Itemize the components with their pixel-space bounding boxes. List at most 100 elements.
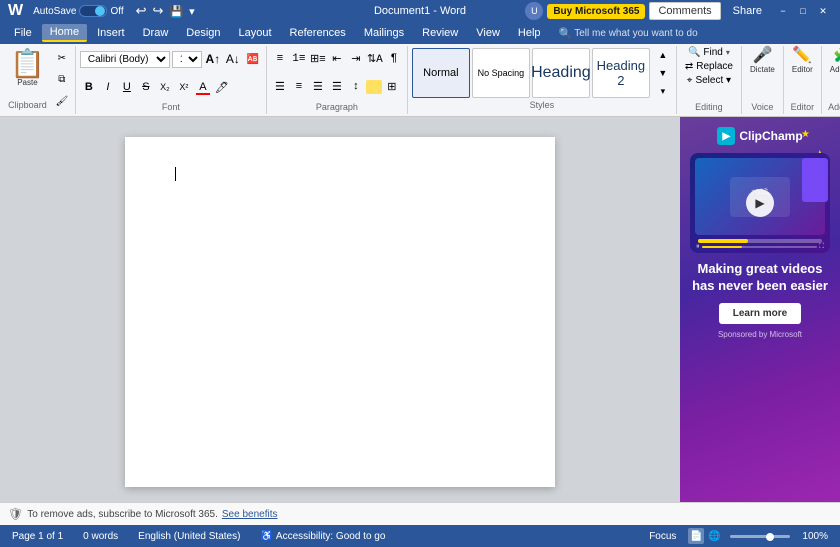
paste-button[interactable]: 📋 Paste [4, 48, 51, 89]
show-marks-button[interactable]: ¶ [385, 51, 403, 67]
italic-button[interactable]: I [99, 79, 117, 95]
editing-col: 🔍 Find ▾ ⇄ Replace ⌖ Select ▾ [681, 46, 737, 100]
decrease-indent-button[interactable]: ⇤ [328, 51, 346, 67]
increase-font-button[interactable]: A↑ [204, 51, 222, 67]
line-spacing-button[interactable]: ↕ [347, 79, 365, 95]
styles-expand[interactable]: ▾ [654, 83, 672, 99]
accessibility-status[interactable]: ♿ Accessibility: Good to go [256, 529, 389, 544]
bullets-button[interactable]: ≡ [271, 51, 289, 67]
undo-icon[interactable]: ↩ [136, 3, 147, 19]
decrease-font-button[interactable]: A↓ [224, 51, 242, 67]
subscript-button[interactable]: X₂ [156, 79, 174, 95]
align-center-button[interactable]: ≡ [290, 79, 308, 95]
align-left-button[interactable]: ☰ [271, 79, 289, 95]
style-no-spacing-label: No Spacing [478, 68, 525, 78]
buy-microsoft365-button[interactable]: Buy Microsoft 365 [547, 4, 645, 19]
text-color-button[interactable]: A [194, 79, 212, 95]
style-normal-button[interactable]: Normal [412, 48, 470, 98]
ad-brand: ClipChamp [739, 129, 802, 143]
voice-section: 🎤 Dictate Voice [742, 46, 784, 114]
menu-insert[interactable]: Insert [89, 25, 133, 41]
print-layout-button[interactable]: 📄 [688, 528, 704, 544]
restore-button[interactable]: □ [794, 3, 812, 19]
focus-button[interactable]: Focus [645, 529, 680, 544]
zoom-slider[interactable] [730, 535, 790, 538]
close-button[interactable]: ✕ [814, 3, 832, 19]
save-icon[interactable]: 💾 [169, 5, 183, 18]
language-label: English (United States) [138, 531, 240, 542]
learn-more-button[interactable]: Learn more [719, 303, 801, 324]
highlight-button[interactable]: 🖊 [213, 79, 231, 95]
borders-button[interactable]: ⊞ [383, 79, 401, 95]
search-placeholder[interactable]: Tell me what you want to do [574, 28, 697, 39]
minimize-button[interactable]: − [774, 3, 792, 19]
select-button[interactable]: ⌖ Select ▾ [683, 74, 735, 87]
voice-label: Voice [751, 100, 773, 114]
replace-button[interactable]: ⇄ Replace [681, 60, 737, 73]
play-button[interactable]: ▶ [746, 189, 774, 217]
cut-button[interactable]: ✂ [53, 51, 71, 67]
comments-button[interactable]: Comments [649, 2, 720, 20]
clear-format-button[interactable]: 🆎 [244, 51, 262, 67]
user-avatar[interactable]: U [525, 2, 543, 20]
menu-draw[interactable]: Draw [135, 25, 177, 41]
font-name-select[interactable]: Calibri (Body) [80, 51, 170, 68]
font-size-select[interactable]: 11 [172, 51, 202, 68]
sidebar-ad: ▶ ClipChamp ★ ★ ★ 🎬 ▶ ⏸ ⛶ [680, 117, 840, 502]
strikethrough-button[interactable]: S [137, 79, 155, 95]
styles-down-arrow[interactable]: ▼ [654, 65, 672, 81]
bold-button[interactable]: B [80, 79, 98, 95]
style-heading1-button[interactable]: Heading [532, 48, 590, 98]
shading-button[interactable] [366, 80, 382, 94]
menu-mailings[interactable]: Mailings [356, 25, 412, 41]
increase-indent-button[interactable]: ⇥ [347, 51, 365, 67]
see-benefits-link[interactable]: See benefits [222, 509, 278, 520]
menu-home[interactable]: Home [42, 24, 87, 42]
ad-headline: Making great videos has never been easie… [688, 261, 832, 295]
addins-icon: 🧩 [833, 48, 840, 64]
styles-up-arrow[interactable]: ▲ [654, 47, 672, 63]
share-button[interactable]: Share [725, 3, 770, 19]
addins-button[interactable]: 🧩 Add-ins [826, 46, 840, 76]
title-bar-left: W AutoSave Off ↩ ↪ 💾 ▾ [8, 2, 195, 20]
style-heading2-label: Heading 2 [595, 58, 647, 88]
underline-button[interactable]: U [118, 79, 136, 95]
dictate-button[interactable]: 🎤 Dictate [746, 46, 779, 76]
superscript-button[interactable]: X² [175, 79, 193, 95]
menu-review[interactable]: Review [414, 25, 466, 41]
word-count[interactable]: 0 words [79, 529, 122, 544]
web-layout-button[interactable]: 🌐 [706, 528, 722, 544]
style-no-spacing-button[interactable]: No Spacing [472, 48, 530, 98]
copy-button[interactable]: ⧉ [53, 72, 71, 88]
menu-layout[interactable]: Layout [231, 25, 280, 41]
focus-label: Focus [649, 531, 676, 542]
paste-label: Paste [17, 78, 37, 87]
menu-references[interactable]: References [282, 25, 354, 41]
autosave-toggle[interactable] [79, 5, 107, 17]
redo-icon[interactable]: ↪ [153, 3, 164, 19]
page-info[interactable]: Page 1 of 1 [8, 529, 67, 544]
multilevel-button[interactable]: ⊞≡ [309, 51, 327, 67]
style-heading2-button[interactable]: Heading 2 [592, 48, 650, 98]
document-area[interactable] [0, 117, 680, 502]
numbering-button[interactable]: 1≡ [290, 51, 308, 67]
status-right: Focus 📄 🌐 100% [645, 528, 832, 544]
menu-design[interactable]: Design [178, 25, 228, 41]
customize-icon[interactable]: ▾ [189, 5, 195, 18]
editor-button[interactable]: ✏️ Editor [788, 46, 817, 76]
language-status[interactable]: English (United States) [134, 529, 244, 544]
document-page[interactable] [125, 137, 555, 487]
align-right-button[interactable]: ☰ [309, 79, 327, 95]
ad-video-thumbnail: 🎬 ▶ ⏸ ⛶ [690, 153, 830, 253]
editor-section-label: Editor [791, 100, 815, 114]
para-row-1: ≡ 1≡ ⊞≡ ⇤ ⇥ ⇅A ¶ [271, 46, 403, 72]
zoom-percent[interactable]: 100% [798, 529, 832, 544]
menu-file[interactable]: File [6, 25, 40, 41]
justify-button[interactable]: ☰ [328, 79, 346, 95]
menu-help[interactable]: Help [510, 25, 549, 41]
styles-label: Styles [530, 98, 555, 112]
find-button[interactable]: 🔍 Find ▾ [684, 46, 734, 59]
menu-view[interactable]: View [468, 25, 508, 41]
format-painter-button[interactable]: 🖌 [53, 93, 71, 109]
sort-button[interactable]: ⇅A [366, 51, 384, 67]
